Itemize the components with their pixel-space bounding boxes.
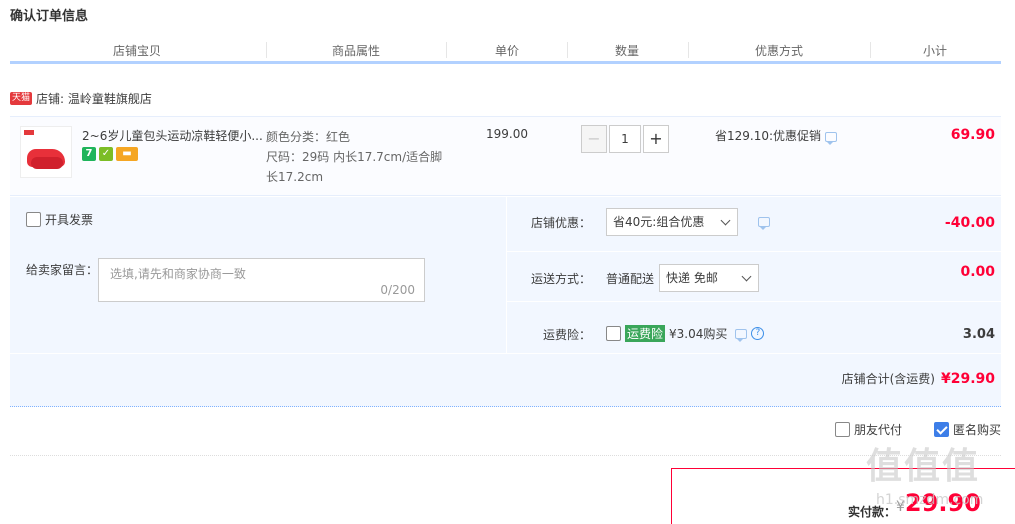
shop-name-link[interactable]: 店铺: 温岭童鞋旗舰店 xyxy=(36,90,152,107)
chat-icon[interactable] xyxy=(825,131,838,145)
attr-size-cont: 长17.2cm xyxy=(266,170,324,184)
anonymous-checkbox[interactable] xyxy=(933,422,949,437)
column-separator xyxy=(446,42,447,58)
quantity-stepper: − 1 + xyxy=(581,125,669,153)
column-quantity: 数量 xyxy=(615,44,640,58)
shop-discount-amount: -40.00 xyxy=(944,215,995,231)
item-subtotal: 69.90 xyxy=(950,127,995,143)
column-separator xyxy=(266,42,267,58)
insurance-option[interactable]: 运费险 ¥3.04购买 ? xyxy=(606,325,765,342)
friend-pay-label: 朋友代付 xyxy=(853,423,902,437)
insurance-label: 运费险： xyxy=(543,328,592,342)
shipping-select[interactable]: 快递 免邮 xyxy=(659,264,759,292)
product-title-link[interactable]: 2~6岁儿童包头运动凉鞋轻便小... xyxy=(82,127,267,144)
message-placeholder: 选填,请先和商家协商一致 xyxy=(110,267,246,281)
column-discount: 优惠方式 xyxy=(755,44,804,58)
message-label: 给卖家留言： xyxy=(26,263,99,277)
attr-size: 尺码：29码 内长17.7cm/适合脚 xyxy=(266,150,443,164)
invoice-label: 开具发票 xyxy=(45,213,94,227)
divider xyxy=(10,455,1001,456)
quantity-input[interactable]: 1 xyxy=(609,125,641,153)
anonymous-option[interactable]: 匿名购买 xyxy=(933,421,1001,438)
certified-icon[interactable]: ✓ xyxy=(99,147,113,161)
unit-price: 199.00 xyxy=(486,127,528,141)
insurance-amount: 3.04 xyxy=(962,327,995,342)
tmall-icon: 天猫 xyxy=(10,91,33,105)
extras-right: 店铺优惠： 省40元:组合优惠 -40.00 运送方式： 普通配送 快递 免邮 … xyxy=(506,197,1002,353)
chat-icon[interactable] xyxy=(735,328,748,342)
watermark-url: h1.smzdm.com xyxy=(876,492,984,508)
shop-discount-select[interactable]: 省40元:组合优惠 xyxy=(606,208,738,236)
shipping-label: 运送方式： xyxy=(531,272,592,286)
seven-day-return-icon[interactable]: 7 xyxy=(82,147,96,161)
divider xyxy=(507,251,1002,252)
shipping-amount: 0.00 xyxy=(960,264,995,280)
shoe-image xyxy=(31,157,63,169)
insurance-checkbox[interactable] xyxy=(606,326,621,341)
shop-row: 天猫 店铺: 温岭童鞋旗舰店 xyxy=(10,88,152,108)
chevron-down-icon xyxy=(741,271,752,282)
shipping-method: 普通配送 xyxy=(606,272,655,286)
chat-icon[interactable] xyxy=(758,217,770,230)
attr-color: 颜色分类：红色 xyxy=(266,130,351,144)
anonymous-label: 匿名购买 xyxy=(952,423,1001,437)
friend-pay-option[interactable]: 朋友代付 xyxy=(834,421,902,438)
brand-logo xyxy=(24,130,34,135)
help-icon[interactable]: ? xyxy=(751,327,765,340)
promotion-info: 省129.10:优惠促销 xyxy=(715,127,838,145)
increase-button[interactable]: + xyxy=(643,125,669,153)
extras-left: 开具发票 给卖家留言： 选填,请先和商家协商一致 0/200 xyxy=(10,197,505,353)
shop-discount-label: 店铺优惠： xyxy=(531,216,592,230)
credit-card-icon[interactable]: ▬ xyxy=(116,147,138,161)
order-item-row: 2~6岁儿童包头运动凉鞋轻便小... 7 ✓ ▬ 颜色分类：红色 尺码：29码 … xyxy=(10,116,1001,196)
invoice-checkbox[interactable] xyxy=(26,212,41,227)
order-extras-panel: 开具发票 给卖家留言： 选填,请先和商家协商一致 0/200 店铺优惠： 省40… xyxy=(10,197,1002,407)
product-thumbnail[interactable] xyxy=(20,126,72,178)
column-separator xyxy=(567,42,568,58)
service-badges: 7 ✓ ▬ xyxy=(82,147,138,161)
checkout-options: 朋友代付 匿名购买 xyxy=(834,421,1001,438)
column-subtotal: 小计 xyxy=(923,44,948,58)
shop-discount-value: 省40元:组合优惠 xyxy=(613,215,705,229)
shop-total-label: 店铺合计(含运费) xyxy=(841,372,935,386)
divider xyxy=(10,353,1001,354)
page-title: 确认订单信息 xyxy=(10,9,89,24)
column-shop-item: 店铺宝贝 xyxy=(113,44,162,58)
column-separator xyxy=(870,42,871,58)
insurance-tag: 运费险 xyxy=(625,325,666,342)
message-char-count: 0/200 xyxy=(380,283,415,297)
column-separator xyxy=(688,42,689,58)
insurance-text: ¥3.04购买 xyxy=(669,327,728,341)
message-textarea[interactable]: 选填,请先和商家协商一致 0/200 xyxy=(98,258,425,302)
column-price: 单价 xyxy=(495,44,520,58)
promotion-text: 省129.10:优惠促销 xyxy=(715,129,822,143)
divider xyxy=(507,301,1002,302)
friend-pay-checkbox[interactable] xyxy=(834,422,850,437)
chevron-down-icon xyxy=(720,215,731,226)
product-attributes: 颜色分类：红色 尺码：29码 内长17.7cm/适合脚 长17.2cm xyxy=(266,127,456,187)
column-attributes: 商品属性 xyxy=(332,44,381,58)
shop-total: 店铺合计(含运费) ¥29.90 xyxy=(842,370,995,387)
invoice-option[interactable]: 开具发票 xyxy=(26,211,93,228)
watermark: 值值值 xyxy=(866,446,981,487)
shop-total-value: ¥29.90 xyxy=(940,371,995,387)
shipping-value: 快递 免邮 xyxy=(666,271,718,285)
column-header: 店铺宝贝 商品属性 单价 数量 优惠方式 小计 xyxy=(10,36,1001,64)
decrease-button[interactable]: − xyxy=(581,125,607,153)
